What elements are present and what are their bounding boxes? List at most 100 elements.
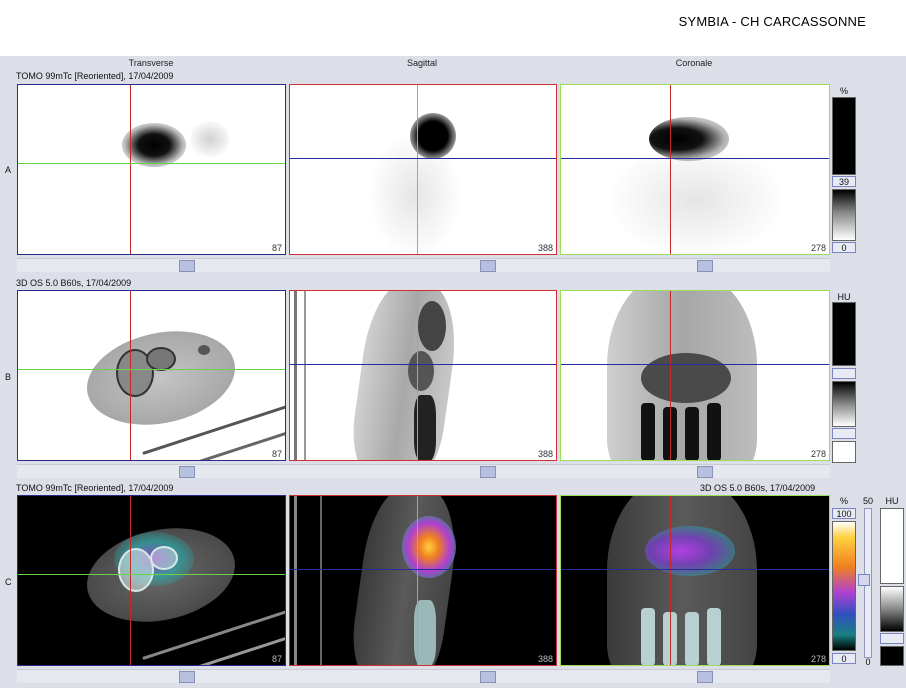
ct-limb-profile bbox=[346, 291, 464, 460]
scroll-thumb-coronal[interactable] bbox=[697, 466, 713, 478]
ct-table-line bbox=[294, 496, 297, 665]
window-black-bar-b[interactable] bbox=[832, 302, 856, 366]
crosshair-horizontal[interactable] bbox=[18, 574, 285, 575]
ct-limb-profile bbox=[346, 496, 464, 665]
series-label-row-b: 3D OS 5.0 B60s, 17/04/2009 bbox=[16, 278, 132, 288]
scroll-thumb-transverse[interactable] bbox=[179, 466, 195, 478]
scroll-thumb-transverse[interactable] bbox=[179, 260, 195, 272]
scale-unit-b: HU bbox=[837, 292, 851, 302]
crosshair-horizontal[interactable] bbox=[18, 369, 285, 370]
window-lower-handle-b[interactable] bbox=[832, 428, 856, 439]
crosshair-vertical[interactable] bbox=[417, 291, 418, 460]
fusion-blend-value: 50 bbox=[862, 496, 873, 506]
ct-bone-metacarpal bbox=[707, 608, 721, 665]
scroll-thumb-coronal[interactable] bbox=[697, 260, 713, 272]
fusion-blend-min: 0 bbox=[865, 657, 871, 667]
viewport-a-coronal[interactable]: 278 bbox=[560, 84, 830, 255]
row-letter-a: A bbox=[5, 165, 12, 175]
ct-bone-ulna bbox=[150, 546, 178, 570]
scrollbar-row-c[interactable] bbox=[17, 669, 830, 683]
scroll-thumb-sagittal[interactable] bbox=[480, 260, 496, 272]
ct-bone-fragment bbox=[198, 345, 210, 355]
scale-min-pct-c[interactable]: 0 bbox=[832, 653, 856, 664]
column-header-coronal: Coronale bbox=[675, 58, 713, 68]
ct-bone-metacarpal bbox=[707, 403, 721, 460]
crosshair-vertical[interactable] bbox=[130, 291, 131, 460]
crosshair-vertical[interactable] bbox=[670, 291, 671, 460]
window-white-bar-b[interactable] bbox=[832, 441, 856, 463]
ct-table-line bbox=[294, 291, 297, 460]
ct-table-line bbox=[162, 615, 285, 665]
spect-background-blob bbox=[611, 145, 781, 254]
viewport-a-sagittal[interactable]: 388 bbox=[289, 84, 557, 255]
ct-bone-ulna bbox=[146, 347, 176, 371]
site-title: SYMBIA - CH CARCASSONNE bbox=[678, 14, 866, 29]
scroll-thumb-transverse[interactable] bbox=[179, 671, 195, 683]
scale-max-a[interactable]: 39 bbox=[832, 176, 856, 187]
scrollbar-row-b[interactable] bbox=[17, 464, 830, 478]
window-white-bar-c[interactable] bbox=[880, 508, 904, 584]
crosshair-vertical[interactable] bbox=[130, 85, 131, 254]
crosshair-horizontal[interactable] bbox=[290, 364, 556, 365]
viewport-b-transverse[interactable]: 87 bbox=[17, 290, 286, 461]
series-label-row-c-left: TOMO 99mTc [Reoriented], 17/04/2009 bbox=[16, 483, 174, 493]
scale-min-a[interactable]: 0 bbox=[832, 242, 856, 253]
scale-unit-pct-c: % bbox=[839, 496, 848, 506]
ct-bone-metacarpal bbox=[685, 612, 699, 665]
viewport-b-coronal[interactable]: 278 bbox=[560, 290, 830, 461]
scrollbar-row-a[interactable] bbox=[17, 258, 830, 272]
window-black-bar-c[interactable] bbox=[880, 646, 904, 666]
grayscale-bar-b[interactable] bbox=[832, 381, 856, 427]
crosshair-horizontal[interactable] bbox=[290, 569, 556, 570]
crosshair-horizontal[interactable] bbox=[561, 158, 829, 159]
viewport-c-coronal[interactable]: 278 bbox=[560, 495, 830, 666]
ct-bone-carpal bbox=[418, 301, 446, 351]
crosshair-horizontal[interactable] bbox=[18, 163, 285, 164]
window-upper-handle-b[interactable] bbox=[832, 368, 856, 379]
crosshair-vertical[interactable] bbox=[417, 496, 418, 665]
viewport-a-transverse[interactable]: 87 bbox=[17, 84, 286, 255]
slice-number: 388 bbox=[537, 243, 553, 253]
slice-number: 388 bbox=[537, 654, 553, 664]
ct-table-line bbox=[320, 496, 322, 665]
spect-background-blob bbox=[190, 121, 230, 157]
ct-hand-profile bbox=[607, 496, 757, 665]
slice-number: 87 bbox=[271, 654, 282, 664]
color-lut-bar-c[interactable] bbox=[832, 521, 856, 651]
viewport-c-sagittal[interactable]: 388 bbox=[289, 495, 557, 666]
spect-uptake-blob bbox=[649, 117, 729, 161]
series-label-row-c-right: 3D OS 5.0 B60s, 17/04/2009 bbox=[700, 483, 816, 493]
scroll-thumb-sagittal[interactable] bbox=[480, 671, 496, 683]
crosshair-horizontal[interactable] bbox=[561, 364, 829, 365]
grayscale-bar-a[interactable] bbox=[832, 189, 856, 241]
scale-max-pct-c[interactable]: 100 bbox=[832, 508, 856, 519]
scroll-thumb-sagittal[interactable] bbox=[480, 466, 496, 478]
slice-number: 278 bbox=[810, 654, 826, 664]
row-letter-b: B bbox=[5, 372, 12, 382]
spect-uptake-blob bbox=[122, 123, 186, 167]
scale-unit-hu-c: HU bbox=[885, 496, 899, 506]
grayscale-bar-c[interactable] bbox=[880, 586, 904, 632]
ct-bone-metacarpal bbox=[641, 403, 655, 460]
viewport-c-transverse[interactable]: 87 bbox=[17, 495, 286, 666]
slice-number: 278 bbox=[810, 449, 826, 459]
crosshair-vertical[interactable] bbox=[417, 85, 418, 254]
ct-carpal-row bbox=[641, 353, 731, 403]
scroll-thumb-coronal[interactable] bbox=[697, 671, 713, 683]
crosshair-horizontal[interactable] bbox=[290, 158, 556, 159]
slice-number: 87 bbox=[271, 449, 282, 459]
crosshair-horizontal[interactable] bbox=[561, 569, 829, 570]
ct-table-line bbox=[304, 291, 306, 460]
title-bar: SYMBIA - CH CARCASSONNE bbox=[0, 0, 906, 56]
ct-bone-carpal bbox=[408, 351, 434, 391]
fusion-blend-slider-thumb[interactable] bbox=[858, 574, 870, 586]
window-lower-handle-c[interactable] bbox=[880, 633, 904, 644]
window-black-bar-a[interactable] bbox=[832, 97, 856, 175]
viewport-b-sagittal[interactable]: 388 bbox=[289, 290, 557, 461]
crosshair-vertical[interactable] bbox=[130, 496, 131, 665]
ct-bone-metacarpal bbox=[685, 407, 699, 460]
scale-unit-a: % bbox=[839, 86, 848, 96]
crosshair-vertical[interactable] bbox=[670, 496, 671, 665]
crosshair-vertical[interactable] bbox=[670, 85, 671, 254]
ct-bone-metacarpal bbox=[641, 608, 655, 665]
